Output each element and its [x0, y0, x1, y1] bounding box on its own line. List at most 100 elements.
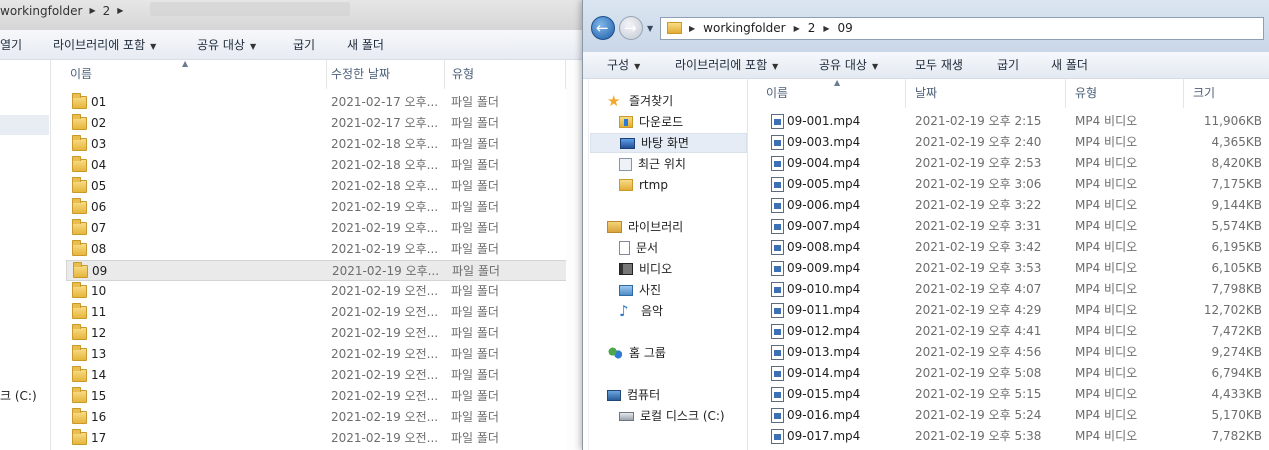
column-header-name[interactable]: 이름 ▲ [756, 78, 906, 108]
share-with-button[interactable]: 공유 대상 ▼ [197, 30, 256, 60]
chevron-right-icon[interactable]: ▶ [689, 18, 695, 39]
file-row[interactable]: 09-009.mp4 2021-02-19 오후 3:53 MP4 비디오 6,105… [757, 258, 1262, 279]
nav-homegroup[interactable]: 홈 그룹 [607, 343, 666, 363]
folder-type: 파일 폴더 [451, 137, 499, 151]
folder-row[interactable]: 08 2021-02-19 오후... 파일 폴더 [66, 239, 568, 260]
file-row[interactable]: 09-012.mp4 2021-02-19 오후 4:41 MP4 비디오 7,472… [757, 321, 1262, 342]
file-row[interactable]: 09-010.mp4 2021-02-19 오후 4:07 MP4 비디오 7,798… [757, 279, 1262, 300]
file-row[interactable]: 09-004.mp4 2021-02-19 오후 2:53 MP4 비디오 8,420… [757, 153, 1262, 174]
nav-computer[interactable]: 컴퓨터 [607, 385, 660, 405]
crumb-workingfolder[interactable]: workingfolder [703, 18, 785, 39]
new-folder-button[interactable]: 새 폴더 [347, 30, 384, 60]
burn-button[interactable]: 굽기 [997, 52, 1019, 79]
folder-icon [72, 408, 87, 424]
file-row[interactable]: 09-007.mp4 2021-02-19 오후 3:31 MP4 비디오 5,574… [757, 216, 1262, 237]
folder-type: 파일 폴더 [451, 158, 499, 172]
left-address-bar[interactable]: workingfolder ▶ 2 ▶ [0, 0, 582, 30]
folder-row[interactable]: 09 2021-02-19 오후... 파일 폴더 [66, 260, 568, 281]
chevron-right-icon[interactable]: ▶ [89, 2, 95, 20]
nav-desktop[interactable]: 바탕 화면 [590, 133, 747, 153]
nav-rtmp[interactable]: rtmp [619, 175, 668, 195]
file-type: MP4 비디오 [1075, 282, 1138, 296]
include-in-library-button[interactable]: 라이브러리에 포함 ▼ [675, 52, 778, 79]
share-with-button[interactable]: 공유 대상 ▼ [819, 52, 878, 79]
nav-videos[interactable]: 비디오 [619, 259, 672, 279]
crumb-2[interactable]: 2 [808, 18, 816, 39]
file-row[interactable]: 09-001.mp4 2021-02-19 오후 2:15 MP4 비디오 11,90… [757, 111, 1262, 132]
folder-row[interactable]: 10 2021-02-19 오전... 파일 폴더 [66, 281, 568, 302]
nav-favorites[interactable]: ★ 즐겨찾기 [607, 91, 673, 111]
nav-music[interactable]: ♪ 음악 [619, 301, 663, 321]
left-nav-selected-item[interactable] [0, 115, 49, 135]
folder-row[interactable]: 12 2021-02-19 오전... 파일 폴더 [66, 323, 568, 344]
file-row[interactable]: 09-005.mp4 2021-02-19 오후 3:06 MP4 비디오 7,175… [757, 174, 1262, 195]
folder-row[interactable]: 03 2021-02-18 오후... 파일 폴더 [66, 134, 568, 155]
nav-pictures[interactable]: 사진 [619, 280, 661, 300]
burn-button[interactable]: 굽기 [293, 30, 315, 60]
left-scrollbar[interactable] [566, 60, 582, 450]
file-date: 2021-02-19 오후 2:15 [915, 114, 1042, 128]
drive-icon [619, 411, 634, 421]
column-header-size[interactable]: 크기 [1183, 79, 1269, 108]
folder-row[interactable]: 02 2021-02-17 오후... 파일 폴더 [66, 113, 568, 134]
column-header-type[interactable]: 유형 [1065, 79, 1184, 108]
address-bar[interactable]: ▶ workingfolder ▶ 2 ▶ 09 [660, 17, 1264, 40]
folder-row[interactable]: 04 2021-02-18 오후... 파일 폴더 [66, 155, 568, 176]
music-icon: ♪ [619, 302, 629, 320]
nav-documents[interactable]: 문서 [619, 238, 658, 258]
video-file-icon [771, 114, 784, 129]
nav-downloads[interactable]: 다운로드 [619, 112, 683, 132]
column-header-date[interactable]: 날짜 [905, 79, 1066, 108]
folder-row[interactable]: 17 2021-02-19 오전... 파일 폴더 [66, 428, 568, 449]
column-header-name[interactable]: 이름 ▲ [62, 59, 327, 89]
organize-button[interactable]: 구성 ▼ [607, 52, 640, 79]
recent-pages-dropdown-icon[interactable]: ▼ [647, 24, 653, 33]
chevron-right-icon[interactable]: ▶ [117, 2, 123, 20]
left-crumb-2[interactable]: 2 [103, 2, 111, 20]
file-row[interactable]: 09-015.mp4 2021-02-19 오후 5:15 MP4 비디오 4,433… [757, 384, 1262, 405]
video-file-icon [771, 198, 784, 213]
nav-local-disk-c[interactable]: 로컬 디스크 (C:) [619, 406, 725, 426]
column-header-modified[interactable]: 수정한 날짜 [323, 60, 445, 89]
folder-row[interactable]: 15 2021-02-19 오전... 파일 폴더 [66, 386, 568, 407]
file-row[interactable]: 09-011.mp4 2021-02-19 오후 4:29 MP4 비디오 12,70… [757, 300, 1262, 321]
file-row[interactable]: 09-008.mp4 2021-02-19 오후 3:42 MP4 비디오 6,195… [757, 237, 1262, 258]
folder-row[interactable]: 16 2021-02-19 오전... 파일 폴더 [66, 407, 568, 428]
file-row[interactable]: 09-013.mp4 2021-02-19 오후 4:56 MP4 비디오 9,274… [757, 342, 1262, 363]
file-row[interactable]: 09-017.mp4 2021-02-19 오후 5:38 MP4 비디오 7,782… [757, 426, 1262, 447]
nav-recent-places[interactable]: 최근 위치 [619, 154, 686, 174]
left-crumb-workingfolder[interactable]: workingfolder [0, 2, 82, 20]
folder-row[interactable]: 07 2021-02-19 오후... 파일 폴더 [66, 218, 568, 239]
file-name: 09-009.mp4 [787, 261, 861, 275]
left-nav-drive-c[interactable]: 크 (C:) [0, 387, 37, 404]
file-name: 09-004.mp4 [787, 156, 861, 170]
folder-row[interactable]: 13 2021-02-19 오전... 파일 폴더 [66, 344, 568, 365]
file-row[interactable]: 09-003.mp4 2021-02-19 오후 2:40 MP4 비디오 4,365… [757, 132, 1262, 153]
folder-row[interactable]: 14 2021-02-19 오전... 파일 폴더 [66, 365, 568, 386]
file-date: 2021-02-19 오후 5:15 [915, 387, 1042, 401]
file-row[interactable]: 09-016.mp4 2021-02-19 오후 5:24 MP4 비디오 5,170… [757, 405, 1262, 426]
back-arrow-icon[interactable] [591, 16, 615, 40]
folder-row[interactable]: 01 2021-02-17 오후... 파일 폴더 [66, 92, 568, 113]
folder-row[interactable]: 11 2021-02-19 오전... 파일 폴더 [66, 302, 568, 323]
open-button[interactable]: 열기 [0, 30, 22, 60]
folder-type: 파일 폴더 [451, 95, 499, 109]
forward-arrow-icon[interactable] [619, 16, 643, 40]
star-icon: ★ [607, 92, 621, 110]
file-size: 7,782KB [1211, 429, 1262, 443]
play-all-button[interactable]: 모두 재생 [915, 52, 963, 79]
new-folder-button[interactable]: 새 폴더 [1051, 52, 1088, 79]
file-row[interactable]: 09-006.mp4 2021-02-19 오후 3:22 MP4 비디오 9,144… [757, 195, 1262, 216]
nav-libraries[interactable]: 라이브러리 [607, 217, 683, 237]
column-header-type[interactable]: 유형 [444, 60, 566, 89]
chevron-right-icon[interactable]: ▶ [823, 18, 829, 39]
folder-row[interactable]: 06 2021-02-19 오후... 파일 폴더 [66, 197, 568, 218]
downloads-folder-icon [619, 116, 633, 128]
nav-pane-scrollbar[interactable] [583, 79, 589, 450]
file-row[interactable]: 09-014.mp4 2021-02-19 오후 5:08 MP4 비디오 6,794… [757, 363, 1262, 384]
folder-row[interactable]: 05 2021-02-18 오후... 파일 폴더 [66, 176, 568, 197]
file-date: 2021-02-19 오후 3:42 [915, 240, 1042, 254]
include-in-library-button[interactable]: 라이브러리에 포함 ▼ [53, 30, 156, 60]
crumb-09[interactable]: 09 [838, 18, 853, 39]
chevron-right-icon[interactable]: ▶ [794, 18, 800, 39]
